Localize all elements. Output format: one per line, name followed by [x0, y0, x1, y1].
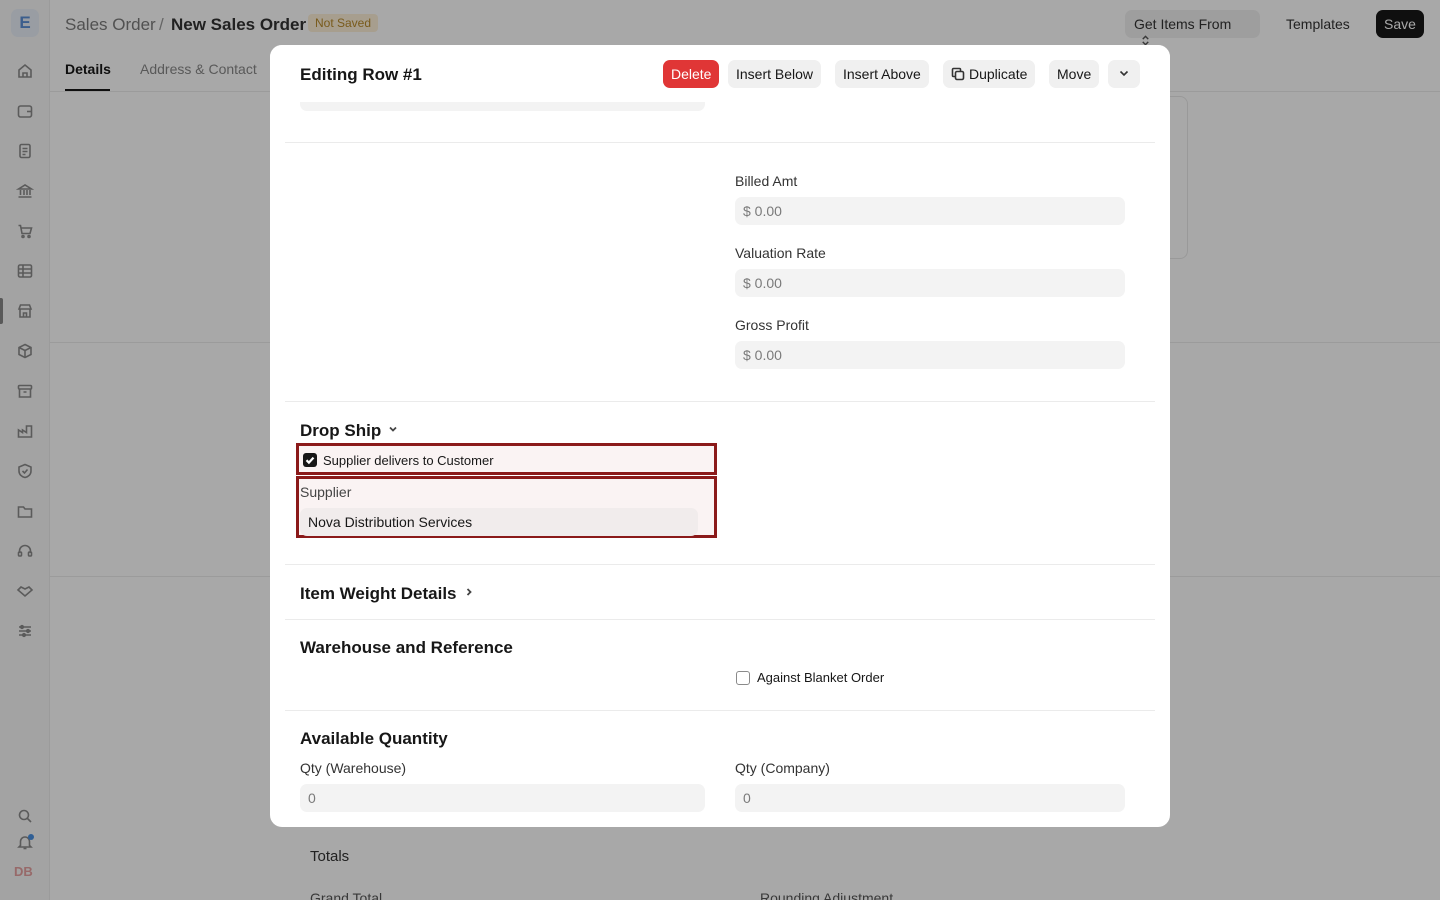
qty-warehouse-label: Qty (Warehouse) — [300, 760, 407, 776]
item-weight-section-toggle[interactable]: Item Weight Details — [300, 583, 475, 604]
against-blanket-order-checkbox[interactable] — [736, 671, 750, 685]
dialog-header: Editing Row #1 Delete Insert Below Inser… — [270, 45, 1170, 102]
billed-amt-label: Billed Amt — [735, 173, 798, 189]
qty-company-label: Qty (Company) — [735, 760, 830, 776]
supplier-delivers-checkbox[interactable] — [303, 453, 317, 467]
qty-warehouse-field[interactable]: 0 — [300, 784, 705, 812]
duplicate-button[interactable]: Duplicate — [943, 60, 1036, 88]
section-divider — [285, 142, 1155, 143]
item-weight-title: Item Weight Details — [300, 584, 457, 603]
section-divider — [285, 619, 1155, 620]
edit-row-dialog: Editing Row #1 Delete Insert Below Inser… — [270, 45, 1170, 827]
qty-company-field[interactable]: 0 — [735, 784, 1125, 812]
dialog-title: Editing Row #1 — [300, 65, 422, 84]
move-button[interactable]: Move — [1049, 60, 1100, 88]
copy-icon — [951, 67, 965, 81]
drop-ship-section-toggle[interactable]: Drop Ship — [300, 420, 399, 441]
insert-above-button[interactable]: Insert Above — [835, 60, 929, 88]
valuation-rate-label: Valuation Rate — [735, 245, 826, 261]
insert-below-button[interactable]: Insert Below — [728, 60, 822, 88]
section-divider — [285, 710, 1155, 711]
gross-profit-label: Gross Profit — [735, 317, 809, 333]
more-actions-button[interactable] — [1108, 60, 1140, 88]
valuation-rate-field[interactable]: $ 0.00 — [735, 269, 1125, 297]
chevron-down-icon — [387, 420, 399, 440]
supplier-delivers-checkbox-row[interactable]: Supplier delivers to Customer — [296, 443, 717, 475]
chevron-down-icon — [1119, 70, 1129, 77]
supplier-field-group: Supplier Nova Distribution Services — [296, 476, 717, 538]
delete-button[interactable]: Delete — [663, 60, 720, 88]
checkmark-icon — [305, 456, 315, 465]
supplier-field[interactable]: Nova Distribution Services — [300, 508, 698, 536]
billed-amt-field[interactable]: $ 0.00 — [735, 197, 1125, 225]
drop-ship-title: Drop Ship — [300, 421, 382, 440]
warehouse-section-title: Warehouse and Reference — [300, 638, 513, 657]
section-divider — [285, 564, 1155, 565]
section-divider — [285, 401, 1155, 402]
available-quantity-title: Available Quantity — [300, 729, 448, 748]
chevron-right-icon — [463, 583, 475, 603]
scrolled-input-field[interactable] — [300, 102, 705, 111]
duplicate-label: Duplicate — [969, 66, 1028, 82]
against-blanket-order-label: Against Blanket Order — [757, 670, 885, 685]
supplier-delivers-label: Supplier delivers to Customer — [323, 453, 494, 468]
gross-profit-field[interactable]: $ 0.00 — [735, 341, 1125, 369]
supplier-label: Supplier — [300, 484, 352, 500]
